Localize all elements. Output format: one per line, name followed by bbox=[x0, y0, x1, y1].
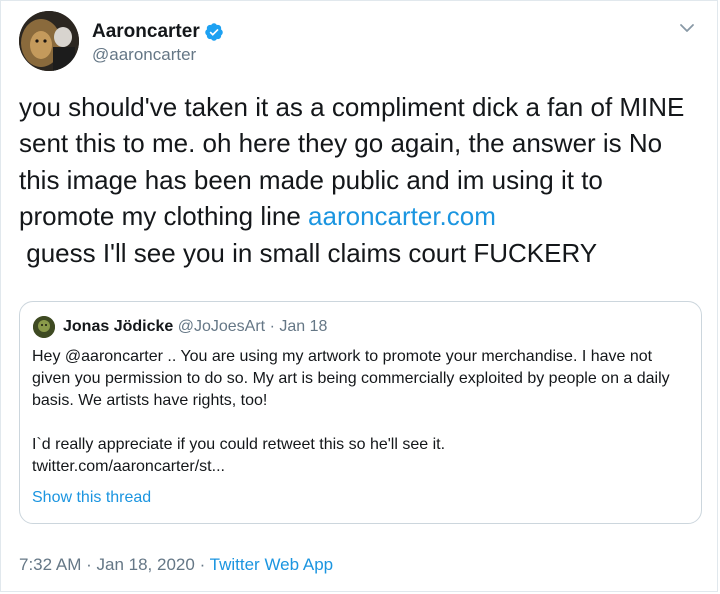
quote-header: Jonas Jödicke @JoJoesArt · Jan 18 bbox=[63, 318, 327, 336]
avatar[interactable] bbox=[19, 11, 79, 71]
tweet-link[interactable]: aaroncarter.com bbox=[308, 201, 496, 231]
verified-badge-icon bbox=[204, 22, 224, 42]
quote-paragraph: I`d really appreciate if you could retwe… bbox=[32, 436, 446, 453]
chevron-down-icon[interactable] bbox=[679, 21, 695, 39]
show-thread-link[interactable]: Show this thread bbox=[32, 489, 151, 507]
display-name-text[interactable]: Aaroncarter bbox=[92, 21, 200, 43]
tweet-time[interactable]: 7:32 AM bbox=[19, 555, 81, 574]
quote-handle[interactable]: @JoJoesArt bbox=[178, 318, 265, 335]
tweet-source[interactable]: Twitter Web App bbox=[210, 555, 333, 574]
quote-body: Hey @aaroncarter .. You are using my art… bbox=[32, 346, 692, 478]
tweet-text-part2: guess I'll see you in small claims court… bbox=[26, 237, 598, 268]
footer-separator: · bbox=[199, 555, 206, 574]
tweet-date[interactable]: Jan 18, 2020 bbox=[97, 555, 195, 574]
handle[interactable]: @aaroncarter bbox=[92, 45, 196, 65]
quote-separator: · bbox=[269, 318, 275, 335]
footer-separator: · bbox=[86, 555, 92, 574]
quote-paragraph: twitter.com/aaroncarter/st... bbox=[32, 458, 225, 475]
display-name[interactable]: Aaroncarter bbox=[92, 21, 224, 43]
tweet-footer: 7:32 AM · Jan 18, 2020 · Twitter Web App bbox=[19, 555, 333, 575]
tweet-card: Aaroncarter @aaroncarter you should've t… bbox=[0, 0, 718, 592]
quote-avatar[interactable] bbox=[33, 316, 55, 338]
quoted-tweet[interactable]: Jonas Jödicke @JoJoesArt · Jan 18 Hey @a… bbox=[19, 301, 702, 524]
quote-paragraph: Hey @aaroncarter .. You are using my art… bbox=[32, 348, 670, 409]
quote-date: Jan 18 bbox=[279, 318, 328, 335]
quote-display-name[interactable]: Jonas Jödicke bbox=[63, 318, 173, 335]
tweet-text: you should've taken it as a compliment d… bbox=[19, 89, 699, 271]
